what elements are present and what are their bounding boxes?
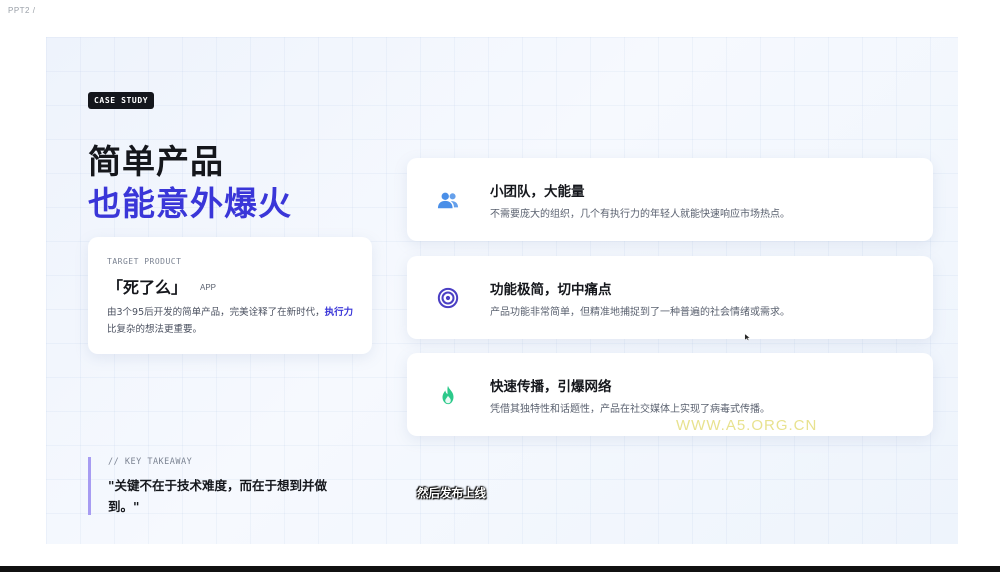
slide-canvas: CASE STUDY 简单产品 也能意外爆火 TARGET PRODUCT 「死…: [46, 37, 958, 544]
site-watermark: WWW.A5.ORG.CN: [676, 417, 818, 434]
target-product-label: TARGET PRODUCT: [107, 257, 182, 266]
feature-title: 小团队，大能量: [490, 184, 585, 200]
feature-card-team: 小团队，大能量 不需要庞大的组织，几个有执行力的年轻人就能快速响应市场热点。: [407, 158, 933, 241]
slide-title-line2: 也能意外爆火: [88, 184, 292, 223]
key-takeaway-block: // KEY TAKEAWAY "关键不在于技术难度，而在于想到并做到。": [88, 457, 351, 515]
feature-title: 功能极简，切中痛点: [490, 282, 612, 298]
feature-card-simple: 功能极简，切中痛点 产品功能非常简单，但精准地捕捉到了一种普遍的社会情绪或需求。: [407, 256, 933, 339]
product-name: 「死了么」: [107, 278, 188, 297]
video-subtitle: 然后发布上线: [417, 486, 486, 500]
target-product-card: TARGET PRODUCT 「死了么」 APP 由3个95后开发的简单产品，完…: [88, 237, 372, 354]
flame-icon: [442, 385, 454, 405]
product-desc-highlight: 执行力: [324, 307, 354, 318]
bottom-bar: [0, 566, 1000, 572]
key-takeaway-label: // KEY TAKEAWAY: [108, 457, 193, 467]
feature-title: 快速传播，引爆网络: [490, 379, 612, 395]
feature-description: 产品功能非常简单，但精准地捕捉到了一种普遍的社会情绪或需求。: [490, 307, 790, 318]
feature-description: 凭借其独特性和话题性，产品在社交媒体上实现了病毒式传播。: [490, 404, 770, 415]
product-desc-suffix: 比复杂的想法更重要。: [107, 324, 203, 335]
case-study-badge: CASE STUDY: [88, 92, 155, 109]
feature-description: 不需要庞大的组织，几个有执行力的年轻人就能快速响应市场热点。: [490, 209, 790, 220]
product-tag: APP: [200, 283, 217, 292]
product-desc-prefix: 由3个95后开发的简单产品，完美诠释了在新时代，: [107, 307, 325, 318]
breadcrumb[interactable]: PPT2 /: [8, 6, 35, 15]
mouse-cursor-icon: [744, 333, 751, 341]
users-icon: [437, 192, 459, 209]
feature-card-viral: 快速传播，引爆网络 凭借其独特性和话题性，产品在社交媒体上实现了病毒式传播。: [407, 353, 933, 436]
product-description: 由3个95后开发的简单产品，完美诠释了在新时代，执行力比复杂的想法更重要。: [107, 304, 357, 338]
top-bar: PPT2 /: [0, 0, 1000, 22]
target-icon: [437, 287, 459, 309]
slide-title-line1: 简单产品: [88, 142, 224, 181]
key-takeaway-quote: "关键不在于技术难度，而在于想到并做到。": [108, 478, 328, 514]
